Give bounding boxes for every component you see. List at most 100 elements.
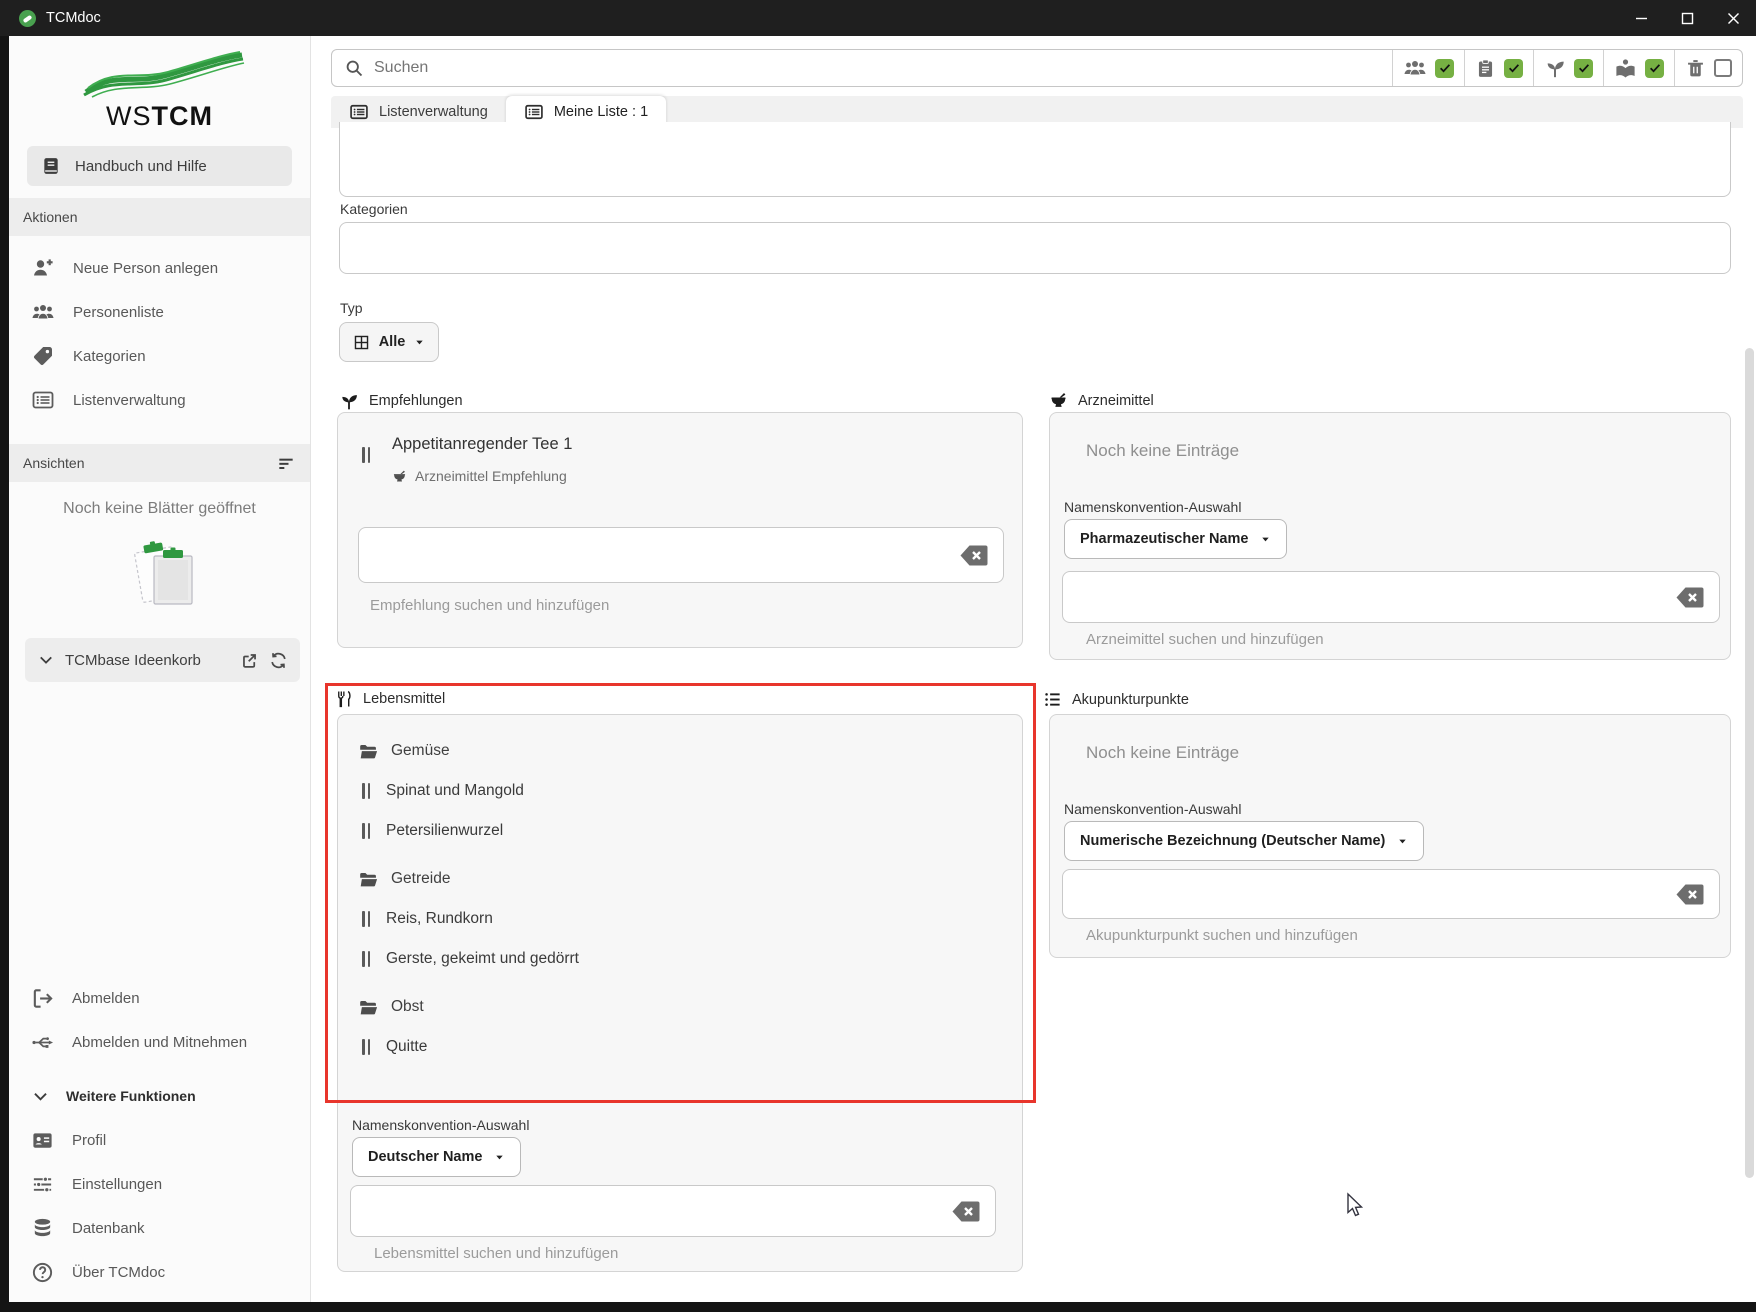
window-frame-left bbox=[0, 36, 9, 1312]
checkbox-checked[interactable] bbox=[1504, 59, 1523, 78]
caret-down-icon bbox=[494, 1152, 505, 1163]
sidebar-item-personenliste[interactable]: Personenliste bbox=[9, 290, 310, 334]
arzneimittel-search-input[interactable] bbox=[1063, 589, 1675, 606]
close-button[interactable] bbox=[1710, 0, 1756, 36]
sidebar-item-datenbank[interactable]: Datenbank bbox=[9, 1206, 310, 1250]
ideenkorb-label: TCMbase Ideenkorb bbox=[65, 652, 201, 669]
food-group-row[interactable]: Obst bbox=[358, 987, 1002, 1027]
food-group-row[interactable]: Getreide bbox=[358, 859, 1002, 899]
id-card-icon bbox=[31, 1129, 54, 1152]
toggle-persons[interactable] bbox=[1392, 50, 1464, 86]
wstcm-swoosh-icon bbox=[72, 50, 248, 100]
drag-handle-icon[interactable] bbox=[362, 911, 370, 927]
views-empty-text: Noch keine Blätter geöffnet bbox=[9, 500, 310, 518]
sidebar-item-profil[interactable]: Profil bbox=[9, 1118, 310, 1162]
arzneimittel-naming-dropdown[interactable]: Pharmazeutischer Name bbox=[1064, 519, 1287, 559]
sidebar-item-handbuch[interactable]: Handbuch und Hilfe bbox=[27, 146, 292, 186]
sidebar-item-ueber-tcmdoc[interactable]: Über TCMdoc bbox=[9, 1250, 310, 1294]
typ-dropdown[interactable]: Alle bbox=[339, 322, 439, 362]
list-sheet: Kategorien Typ Alle Empfehlungen Appetit… bbox=[311, 128, 1756, 1312]
seedling-icon bbox=[1544, 57, 1566, 79]
backspace-icon bbox=[1675, 586, 1705, 609]
sidebar-item-label: Neue Person anlegen bbox=[73, 260, 218, 277]
checkbox-checked[interactable] bbox=[1435, 59, 1454, 78]
drag-handle-icon[interactable] bbox=[362, 783, 370, 799]
food-item-row[interactable]: Reis, Rundkorn bbox=[358, 899, 1002, 939]
food-item-row[interactable]: Spinat und Mangold bbox=[358, 771, 1002, 811]
recommendation-item-title[interactable]: Appetitanregender Tee 1 bbox=[392, 435, 572, 454]
list-icon bbox=[1043, 690, 1062, 709]
check-icon bbox=[1648, 61, 1662, 75]
food-item-row[interactable]: Quitte bbox=[358, 1027, 1002, 1067]
toggle-lists[interactable] bbox=[1464, 50, 1533, 86]
minimize-button[interactable] bbox=[1618, 0, 1664, 36]
naming-label: Namenskonvention-Auswahl bbox=[352, 1117, 529, 1133]
actions-header: Aktionen bbox=[9, 198, 310, 236]
fork-knife-icon bbox=[335, 690, 353, 708]
lebensmittel-card: Gemüse Spinat und Mangold Petersilienwur… bbox=[337, 714, 1023, 1272]
drag-handle-icon[interactable] bbox=[362, 447, 370, 463]
maximize-button[interactable] bbox=[1664, 0, 1710, 36]
clear-input-button[interactable] bbox=[951, 1200, 981, 1223]
actions-header-label: Aktionen bbox=[23, 209, 77, 225]
empfehlung-search-input[interactable] bbox=[359, 547, 959, 564]
drag-handle-icon[interactable] bbox=[362, 951, 370, 967]
search-input[interactable] bbox=[374, 59, 1392, 77]
clear-input-button[interactable] bbox=[1675, 883, 1705, 906]
empfehlungen-card: Appetitanregender Tee 1 Arzneimittel Emp… bbox=[337, 412, 1023, 648]
lebensmittel-search-input[interactable] bbox=[351, 1203, 951, 1220]
minimize-icon bbox=[1635, 12, 1648, 25]
lebensmittel-naming-dropdown[interactable]: Deutscher Name bbox=[352, 1137, 521, 1177]
sidebar-item-weitere-funktionen[interactable]: Weitere Funktionen bbox=[9, 1074, 310, 1118]
people-icon bbox=[1403, 56, 1427, 80]
vertical-scrollbar[interactable] bbox=[1745, 348, 1754, 1178]
check-icon bbox=[1577, 61, 1591, 75]
sidebar-item-kategorien[interactable]: Kategorien bbox=[9, 334, 310, 378]
empfehlungen-header: Empfehlungen bbox=[339, 391, 463, 411]
external-link-icon[interactable] bbox=[240, 651, 259, 670]
food-item-row[interactable]: Petersilienwurzel bbox=[358, 811, 1002, 851]
sidebar-item-label: Abmelden bbox=[72, 990, 140, 1007]
name-field[interactable] bbox=[339, 122, 1731, 197]
akupunkturpunkt-search-input[interactable] bbox=[1063, 886, 1675, 903]
akupunkturpunkt-search-field bbox=[1062, 869, 1720, 919]
kategorien-field[interactable] bbox=[339, 222, 1731, 274]
sidebar-item-listenverwaltung[interactable]: Listenverwaltung bbox=[9, 378, 310, 422]
toggle-handbook[interactable] bbox=[1603, 50, 1674, 86]
sidebar-item-einstellungen[interactable]: Einstellungen bbox=[9, 1162, 310, 1206]
clear-input-button[interactable] bbox=[959, 544, 989, 567]
toggle-trash[interactable] bbox=[1674, 50, 1742, 86]
food-group-row[interactable]: Gemüse bbox=[358, 731, 1002, 771]
sidebar-item-abmelden[interactable]: Abmelden bbox=[9, 976, 310, 1020]
toggle-recommendations[interactable] bbox=[1533, 50, 1603, 86]
checkbox-checked[interactable] bbox=[1574, 59, 1593, 78]
refresh-icon[interactable] bbox=[269, 651, 288, 670]
sort-lines-icon[interactable] bbox=[276, 453, 296, 473]
book-reader-icon bbox=[1614, 57, 1637, 80]
akupunkturpunkte-naming-dropdown[interactable]: Numerische Bezeichnung (Deutscher Name) bbox=[1064, 821, 1424, 861]
trash-icon bbox=[1685, 58, 1706, 79]
app-window: TCMdoc WSTCM Handbuc bbox=[0, 0, 1756, 1312]
food-item-label: Petersilienwurzel bbox=[386, 822, 503, 840]
chevron-down-icon[interactable] bbox=[37, 651, 55, 669]
typ-value: Alle bbox=[379, 334, 406, 350]
sidebar-item-neue-person[interactable]: Neue Person anlegen bbox=[9, 246, 310, 290]
typ-label: Typ bbox=[340, 300, 363, 316]
section-title: Akupunkturpunkte bbox=[1072, 692, 1189, 708]
backspace-icon bbox=[951, 1200, 981, 1223]
checkbox-unchecked[interactable] bbox=[1714, 59, 1732, 77]
sidebar-item-abmelden-mitnehmen[interactable]: Abmelden und Mitnehmen bbox=[9, 1020, 310, 1064]
folder-open-icon bbox=[358, 997, 379, 1018]
tcmbase-ideenkorb-row[interactable]: TCMbase Ideenkorb bbox=[25, 638, 300, 682]
logo-ws: WS bbox=[106, 101, 152, 131]
wstcm-logo: WSTCM bbox=[9, 36, 310, 132]
clear-input-button[interactable] bbox=[1675, 586, 1705, 609]
drag-handle-icon[interactable] bbox=[362, 823, 370, 839]
food-item-row[interactable]: Gerste, gekeimt und gedörrt bbox=[358, 939, 1002, 979]
naming-label: Namenskonvention-Auswahl bbox=[1064, 801, 1241, 817]
checkbox-checked[interactable] bbox=[1645, 59, 1664, 78]
arzneimittel-empty-text: Noch keine Einträge bbox=[1086, 441, 1239, 461]
question-circle-icon bbox=[31, 1261, 54, 1284]
drag-handle-icon[interactable] bbox=[362, 1039, 370, 1055]
person-plus-icon bbox=[31, 256, 55, 280]
